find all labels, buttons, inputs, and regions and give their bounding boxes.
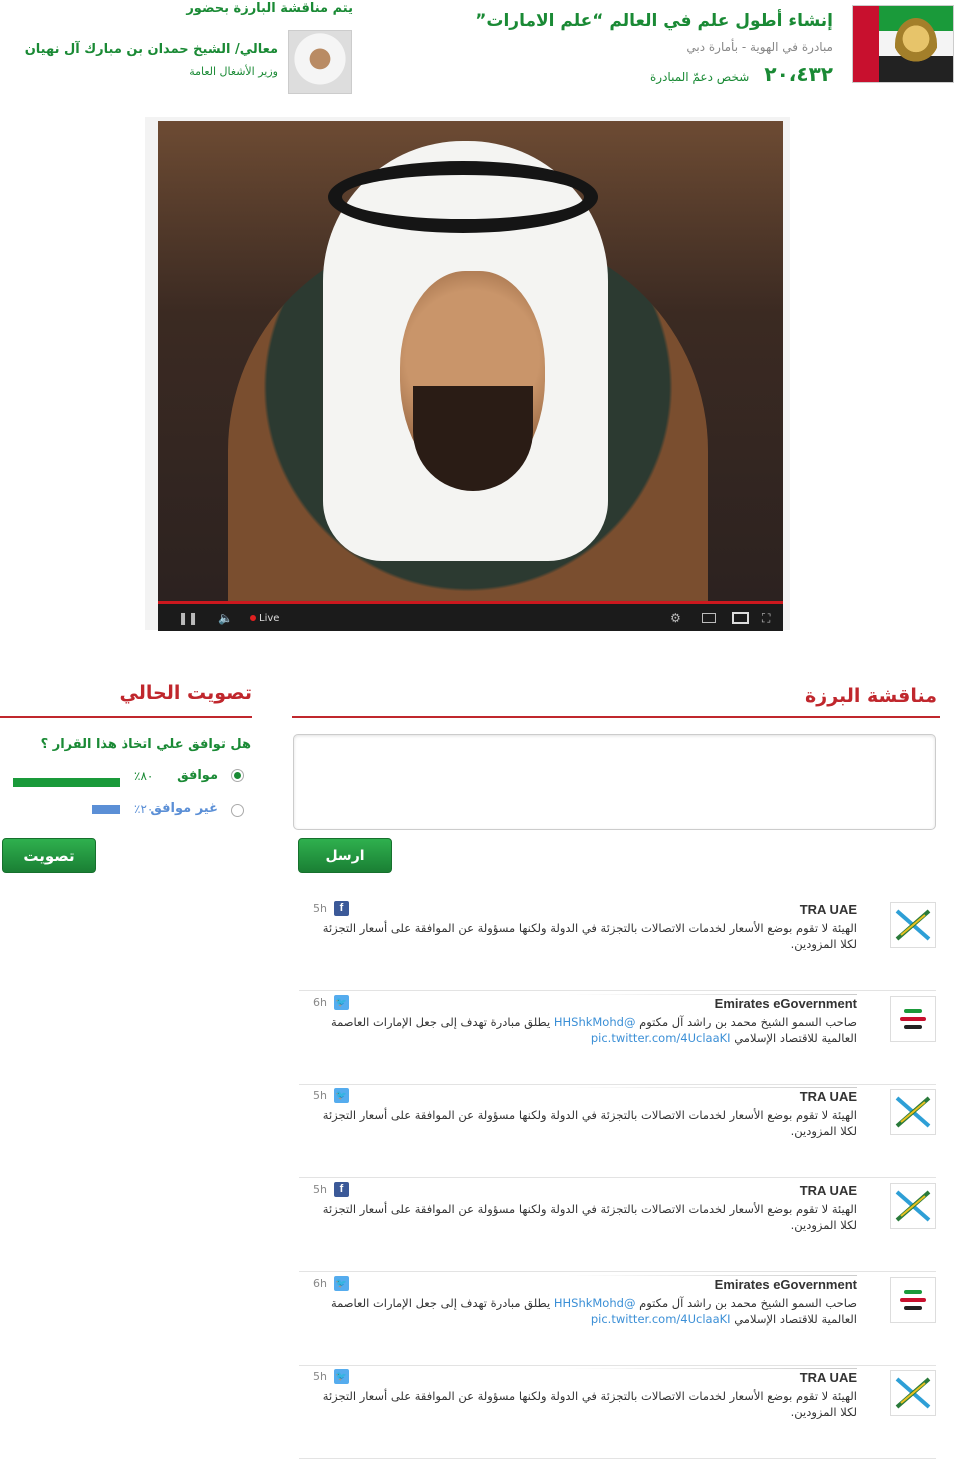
- feed-time: 5h: [313, 1370, 327, 1383]
- feed-item: TRA UAE الهيئة لا تقوم بوضع الأسعار لخدما…: [299, 897, 936, 991]
- live-indicator: Live: [250, 612, 279, 626]
- feed-author[interactable]: TRA UAE: [800, 902, 857, 917]
- feed-text: الهيئة لا تقوم بوضع الأسعار لخدمات الاتص…: [322, 1108, 857, 1138]
- debate-intro: يتم مناقشة البارزة بحضور: [186, 1, 353, 16]
- feed-time: 6h: [313, 996, 327, 1009]
- feed-text: الهيئة لا تقوم بوضع الأسعار لخدمات الاتص…: [322, 921, 857, 951]
- feed-time: 5h: [313, 902, 327, 915]
- twitter-icon[interactable]: 🐦: [334, 1276, 349, 1291]
- pause-icon[interactable]: ❚❚: [178, 611, 198, 625]
- vote-option-disagree-radio[interactable]: [231, 804, 244, 817]
- small-player-icon[interactable]: [702, 613, 716, 623]
- initiative-subtitle: مبادرة في الهوية - بأمارة دبي: [686, 40, 833, 54]
- egov-logo-icon[interactable]: [890, 996, 936, 1042]
- discussion-title: مناقشة البرزة: [805, 685, 937, 707]
- send-button[interactable]: ارسل: [298, 838, 392, 873]
- facebook-icon[interactable]: f: [334, 901, 349, 916]
- support-counter: ٢٠،٤٣٢ شخص دعمّ المبادرة: [650, 62, 833, 86]
- video-controls: ❚❚ 🔈 Live ⚙ ⛶: [158, 601, 783, 631]
- support-count: ٢٠،٤٣٢: [764, 62, 833, 86]
- feed-item: TRA UAE الهيئة لا تقوم بوضع الأسعار لخدما…: [299, 1178, 936, 1272]
- feed-time: 5h: [313, 1089, 327, 1102]
- fullscreen-icon[interactable]: ⛶: [762, 611, 770, 625]
- vote-button[interactable]: تصويت: [2, 838, 96, 873]
- feed-time: 5h: [313, 1183, 327, 1196]
- feed-text: الهيئة لا تقوم بوضع الأسعار لخدمات الاتص…: [322, 1389, 857, 1419]
- feed-text-before: صاحب السمو الشيخ محمد بن راشد آل مكتوم: [639, 1296, 857, 1310]
- guest-role: وزير الأشغال العامة: [189, 65, 278, 78]
- feed-item: Emirates eGovernment صاحب السمو الشيخ محم…: [299, 1272, 936, 1366]
- vote-option-agree-percent: ٨٠٪: [134, 769, 154, 783]
- feed-link[interactable]: pic.twitter.com/4UclaaKI: [591, 1312, 731, 1326]
- vote-option-agree-label[interactable]: موافق: [177, 768, 218, 783]
- name-underline: [567, 1275, 857, 1276]
- vote-divider: [0, 716, 252, 718]
- twitter-icon[interactable]: 🐦: [334, 1088, 349, 1103]
- discussion-divider: [292, 716, 940, 718]
- vote-title: تصويت الحالي: [119, 682, 252, 704]
- name-underline: [567, 994, 857, 995]
- support-label: شخص دعمّ المبادرة: [650, 70, 750, 84]
- facebook-icon[interactable]: f: [334, 1182, 349, 1197]
- feed-link[interactable]: pic.twitter.com/4UclaaKI: [591, 1031, 731, 1045]
- vote-option-disagree-bar: [92, 805, 120, 814]
- tra-logo-icon[interactable]: [890, 1183, 936, 1229]
- feed-author[interactable]: Emirates eGovernment: [715, 1277, 857, 1292]
- vote-option-disagree-percent: ٢٠٪: [134, 802, 154, 816]
- initiative-flag-image: [852, 5, 954, 83]
- feed-author[interactable]: TRA UAE: [800, 1183, 857, 1198]
- feed-mention[interactable]: @HHShkMohd: [554, 1015, 636, 1029]
- tra-logo-icon[interactable]: [890, 1089, 936, 1135]
- guest-avatar: [288, 30, 352, 94]
- name-underline: [567, 1087, 857, 1088]
- feed-author[interactable]: Emirates eGovernment: [715, 996, 857, 1011]
- name-underline: [567, 1368, 857, 1369]
- tra-logo-icon[interactable]: [890, 1370, 936, 1416]
- feed-author[interactable]: TRA UAE: [800, 1089, 857, 1104]
- vote-option-agree-bar: [13, 778, 120, 787]
- volume-icon[interactable]: 🔈: [218, 611, 233, 625]
- comment-input[interactable]: [293, 734, 936, 830]
- feed-item: TRA UAE الهيئة لا تقوم بوضع الأسعار لخدما…: [299, 1084, 936, 1178]
- vote-option-disagree-label[interactable]: غير موافق: [150, 801, 218, 816]
- settings-gear-icon[interactable]: ⚙: [670, 611, 681, 625]
- egov-logo-icon[interactable]: [890, 1277, 936, 1323]
- initiative-title[interactable]: إنشاء أطول علم في العالم “علم الامارات”: [475, 11, 833, 31]
- feed-item: Emirates eGovernment صاحب السمو الشيخ محم…: [299, 991, 936, 1085]
- guest-name[interactable]: معالي/ الشيخ حمدان بن مبارك آل نهيان: [25, 42, 278, 57]
- feed-text: الهيئة لا تقوم بوضع الأسعار لخدمات الاتص…: [322, 1202, 857, 1232]
- vote-option-agree-radio[interactable]: [231, 769, 244, 782]
- twitter-icon[interactable]: 🐦: [334, 1369, 349, 1384]
- feed-author[interactable]: TRA UAE: [800, 1370, 857, 1385]
- twitter-icon[interactable]: 🐦: [334, 995, 349, 1010]
- live-label: Live: [259, 613, 280, 624]
- feed-mention[interactable]: @HHShkMohd: [554, 1296, 636, 1310]
- feed-text: صاحب السمو الشيخ محمد بن راشد آل مكتوم @…: [322, 1014, 857, 1046]
- uae-emblem-icon: [895, 18, 937, 70]
- tra-logo-icon[interactable]: [890, 902, 936, 948]
- feed-text: صاحب السمو الشيخ محمد بن راشد آل مكتوم @…: [322, 1295, 857, 1327]
- feed-text-before: صاحب السمو الشيخ محمد بن راشد آل مكتوم: [639, 1015, 857, 1029]
- feed-time: 6h: [313, 1277, 327, 1290]
- vote-question: هل توافق علي اتخاذ هذا القرار ؟: [40, 737, 251, 752]
- large-player-icon[interactable]: [732, 612, 749, 624]
- video-stream[interactable]: [158, 121, 783, 601]
